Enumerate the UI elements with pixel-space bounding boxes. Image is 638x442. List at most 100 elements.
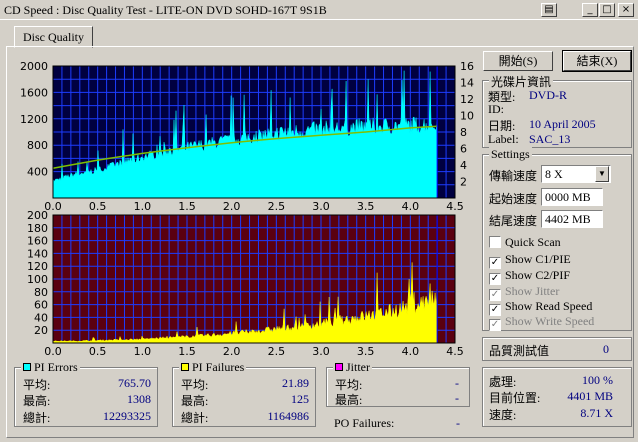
x-tick-label: 0.5	[89, 200, 107, 213]
show-c1pie-label: Show C1/PIE	[505, 252, 571, 266]
y2-tick-label: 16	[460, 60, 474, 73]
x-tick-label: 1.5	[178, 200, 196, 213]
settings-title: Settings	[489, 147, 532, 162]
pi-failures-max-label: 最高:	[181, 394, 209, 408]
quality-score-box: 品質測試值 0	[482, 337, 632, 361]
y-tick-label: 200	[27, 209, 48, 222]
pi-errors-chart: 2468101214164008001200160020000.0 0.5 1.0 1…	[20, 60, 474, 213]
start-button[interactable]: 開始(S)	[483, 51, 553, 71]
y2-tick-label: 2	[460, 176, 467, 189]
show-c1pie-checkbox[interactable]: ✓ Show C1/PIE	[489, 252, 571, 269]
quality-value: 0	[603, 342, 609, 356]
y-tick-label: 1200	[20, 113, 48, 126]
po-failures-value: -	[456, 416, 460, 430]
show-read-speed-label: Show Read Speed	[505, 299, 593, 313]
x-tick-label: 3.0	[312, 200, 330, 213]
pi-errors-swatch-icon	[23, 363, 31, 371]
pi-failures-title: PI Failures	[179, 360, 247, 375]
pi-errors-group: PI Errors 平均: 765.70 最高: 1308 總計: 122933…	[14, 360, 158, 427]
x-tick-label: 4.5	[446, 200, 464, 213]
show-write-speed-checkbox: ✓ Show Write Speed	[489, 314, 594, 331]
pi-errors-total-label: 總計:	[23, 411, 51, 425]
position-label: 目前位置:	[489, 391, 541, 405]
y2-tick-label: 10	[460, 110, 474, 123]
x-tick-label: 1.0	[134, 200, 152, 213]
y-tick-label: 120	[27, 260, 48, 273]
pi-failures-total-label: 總計:	[181, 411, 209, 425]
position-value: 4401 MB	[567, 389, 613, 403]
pi-errors-title-text: PI Errors	[34, 360, 78, 374]
y2-tick-label: 6	[460, 143, 467, 156]
y-tick-label: 100	[27, 273, 48, 286]
check-icon: ✓	[489, 319, 501, 331]
pi-errors-avg: 765.70	[118, 376, 151, 390]
pi-failures-max: 125	[291, 392, 309, 406]
x-tick-label: 2.5	[268, 345, 286, 358]
processing-value: 100 %	[582, 373, 613, 387]
y-tick-label: 80	[34, 286, 48, 299]
label-value: SAC_13	[529, 132, 571, 146]
show-c2pif-checkbox[interactable]: ✓ Show C2/PIF	[489, 268, 570, 285]
y2-tick-label: 14	[460, 77, 474, 90]
read-speed-label: 速度:	[489, 408, 517, 422]
pi-failures-swatch-icon	[181, 363, 189, 371]
show-c2pif-label: Show C2/PIF	[505, 268, 571, 282]
show-write-speed-label: Show Write Speed	[505, 314, 595, 328]
date-value: 10 April 2005	[529, 117, 596, 131]
jitter-max-label: 最高:	[335, 393, 363, 407]
pi-errors-max: 1308	[127, 392, 151, 406]
id-label: ID:	[488, 102, 504, 116]
quick-scan-checkbox[interactable]: Quick Scan	[489, 235, 561, 250]
pi-errors-avg-label: 平均:	[23, 378, 51, 392]
x-tick-label: 4.0	[402, 345, 420, 358]
read-speed-value: 8.71 X	[580, 406, 613, 420]
jitter-avg: -	[455, 376, 459, 390]
pi-errors-total: 12293325	[103, 409, 151, 423]
x-tick-label: 3.5	[357, 200, 375, 213]
chevron-down-icon[interactable]: ▼	[595, 166, 609, 182]
pi-errors-max-label: 最高:	[23, 394, 51, 408]
jitter-group: Jitter 平均: - 最高: -	[326, 360, 470, 407]
type-value: DVD-R	[529, 88, 567, 102]
pi-failures-group: PI Failures 平均: 21.89 最高: 125 總計: 116498…	[172, 360, 316, 427]
jitter-max: -	[455, 391, 459, 405]
x-tick-label: 4.5	[446, 345, 464, 358]
y-tick-label: 180	[27, 222, 48, 235]
jitter-title-text: Jitter	[346, 360, 370, 374]
y-tick-label: 40	[34, 311, 48, 324]
x-tick-label: 3.0	[312, 345, 330, 358]
y2-tick-label: 12	[460, 93, 474, 106]
pi-failures-total: 1164986	[267, 409, 309, 423]
y2-tick-label: 8	[460, 126, 467, 139]
pi-failures-avg-label: 平均:	[181, 378, 209, 392]
y-tick-label: 1600	[20, 86, 48, 99]
x-tick-label: 0.5	[89, 345, 107, 358]
x-tick-label: 2.0	[223, 345, 241, 358]
quick-scan-label: Quick Scan	[505, 235, 561, 249]
start-position-input[interactable]: 0000 MB	[541, 188, 603, 206]
pi-failures-title-text: PI Failures	[192, 360, 245, 374]
y-tick-label: 160	[27, 235, 48, 248]
pi-failures-avg: 21.89	[282, 376, 309, 390]
y-tick-label: 400	[27, 166, 48, 179]
label-label: Label:	[488, 132, 519, 146]
quality-label: 品質測試值	[489, 344, 550, 358]
x-tick-label: 1.5	[178, 345, 196, 358]
checkbox-box	[489, 236, 501, 248]
y-tick-label: 2000	[20, 60, 48, 73]
po-failures-label: PO Failures:	[334, 416, 395, 430]
jitter-swatch-icon	[335, 363, 343, 371]
end-position-input[interactable]: 4402 MB	[541, 210, 603, 228]
x-tick-label: 3.5	[357, 345, 375, 358]
jitter-title: Jitter	[333, 360, 372, 375]
processing-label: 處理:	[489, 375, 517, 389]
y-tick-label: 20	[34, 324, 48, 337]
pi-failures-chart: 20406080100120140160180200 0.0 0.5 1.0 1.5 2.…	[27, 209, 464, 358]
speed-select-value: 8 X	[545, 167, 563, 181]
end-button[interactable]: 結束(X)	[562, 50, 632, 72]
y2-tick-label: 4	[460, 159, 467, 172]
disc-info-group: 光碟片資訊 類型: DVD-R ID: 日期: 10 April 2005 La…	[482, 73, 632, 148]
x-tick-label: 0.0	[44, 345, 62, 358]
speed-label: 傳輸速度	[489, 169, 538, 183]
x-tick-label: 2.5	[268, 200, 286, 213]
